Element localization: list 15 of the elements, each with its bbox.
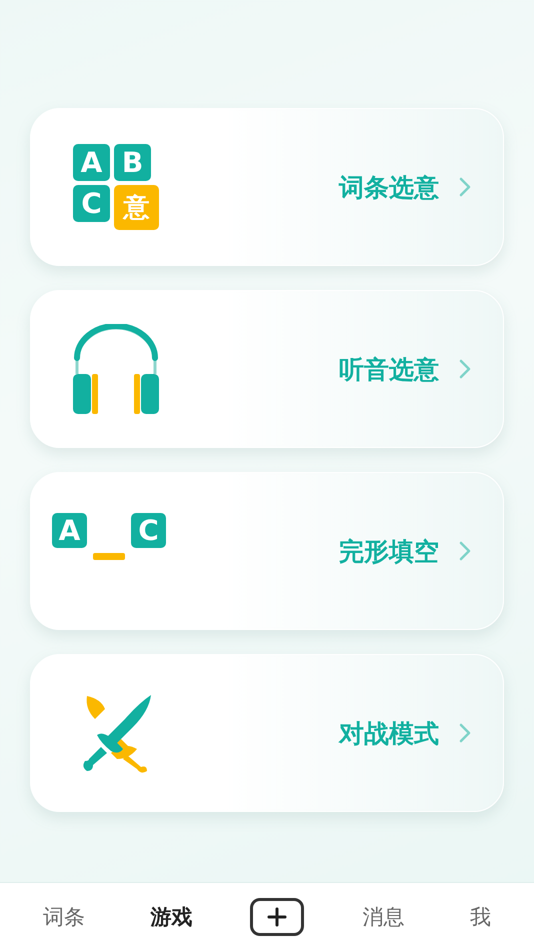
- chevron-right-icon: [459, 177, 471, 197]
- plus-icon: [266, 906, 288, 928]
- nav-tab[interactable]: 游戏: [142, 898, 201, 934]
- chevron-right-icon: [459, 359, 471, 379]
- nav-tab[interactable]: 消息: [354, 898, 412, 934]
- add-button[interactable]: [250, 898, 304, 936]
- nav-tab[interactable]: 我: [462, 898, 500, 934]
- mode-label: 词条选意: [339, 172, 439, 204]
- mode-label: 完形填空: [339, 536, 439, 568]
- chevron-right-icon: [459, 541, 471, 561]
- nav-tab[interactable]: 词条: [34, 898, 93, 934]
- mode-label: 对战模式: [339, 718, 439, 750]
- chevron-right-icon: [459, 723, 471, 743]
- headphones-icon: [71, 324, 161, 414]
- mode-label: 听音选意: [339, 354, 439, 386]
